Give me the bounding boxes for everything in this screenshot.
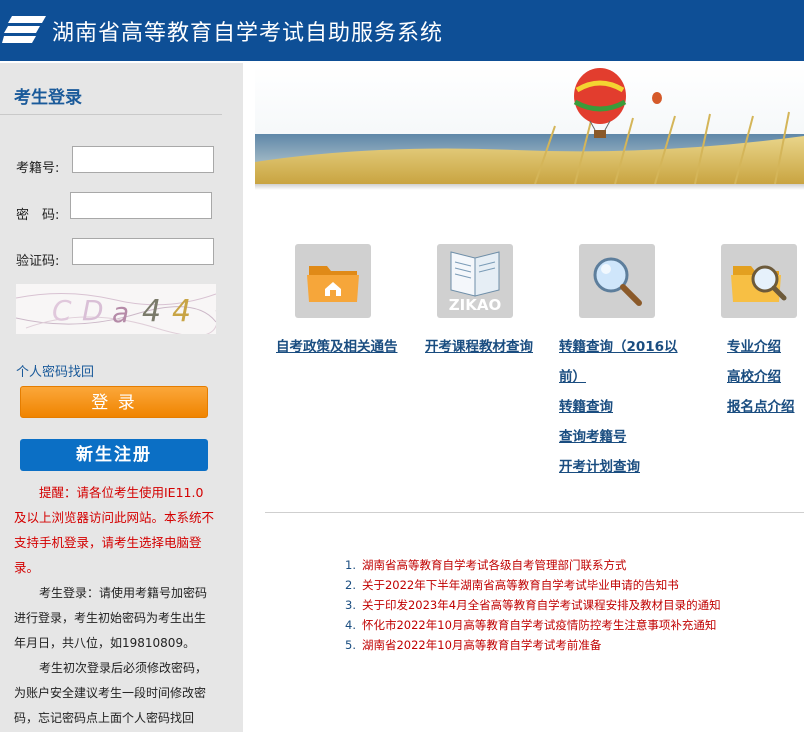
folder-search-icon [731,265,787,302]
transfer-tile[interactable] [579,244,655,318]
login-divider [0,114,222,115]
policy-tile[interactable] [295,244,371,318]
news-item[interactable]: 2. 关于2022年下半年湖南省高等教育自学考试毕业申请的告知书 [345,575,721,595]
captcha-label: 验证码: [16,254,60,269]
news-item[interactable]: 1. 湖南省高等教育自学考试各级自考管理部门联系方式 [345,555,721,575]
zikao-logo-text: ZIKAO [449,296,501,314]
news-num: 2. [345,578,356,592]
exam-no-label: 考籍号: [16,161,60,176]
captcha-char: D [82,294,104,327]
news-item[interactable]: 3. 关于印发2023年4月全省高等教育自学考试课程安排及教材目录的通知 [345,595,721,615]
captcha-input[interactable] [72,238,214,265]
exam-plan-link[interactable]: 开考计划查询 [559,455,640,475]
header-bar: 湖南省高等教育自学考试自助服务系统 [0,0,804,61]
captcha-char: 4 [172,294,192,329]
news-title[interactable]: 湖南省2022年10月高等教育自学考试考前准备 [362,638,601,652]
login-button[interactable]: 登 录 [20,386,208,418]
news-num: 1. [345,558,356,572]
folder-home-icon [307,266,359,302]
password-label: 密 码: [16,208,60,223]
magnifier-icon [593,257,642,306]
news-title[interactable]: 湖南省高等教育自学考试各级自考管理部门联系方式 [362,558,627,572]
captcha-image[interactable]: C D a 4 4 [16,284,216,334]
course-tile[interactable]: ZIKAO [437,244,513,318]
site-title: 湖南省高等教育自学考试自助服务系统 [52,21,444,46]
book-icon: ZIKAO [449,251,501,314]
browser-notice: 提醒：请各位考生使用IE11.0及以上浏览器访问此网站。本系统不支持手机登录，请… [14,485,215,575]
password-input[interactable] [70,192,212,219]
college-link[interactable]: 高校介绍 [727,365,781,385]
login-sidebar: 考生登录 考籍号: 密 码: 验证码: C D a 4 4 个人密码找回 登 录… [0,63,243,732]
major-tile[interactable] [721,244,797,318]
news-item[interactable]: 5. 湖南省2022年10月高等教育自学考试考前准备 [345,635,721,655]
news-num: 3. [345,598,356,612]
exam-no-input[interactable] [72,146,214,173]
news-title[interactable]: 关于印发2023年4月全省高等教育自学考试课程安排及教材目录的通知 [362,598,721,612]
news-list: 1. 湖南省高等教育自学考试各级自考管理部门联系方式 2. 关于2022年下半年湖南… [345,555,721,655]
news-num: 5. [345,638,356,652]
forgot-password-link[interactable]: 个人密码找回 [16,361,94,380]
login-title: 考生登录 [14,88,82,108]
banner-image [255,66,804,184]
course-link[interactable]: 开考课程教材查询 [425,335,533,355]
exam-no-query-link[interactable]: 查询考籍号 [559,425,627,445]
captcha-char: 4 [142,294,162,329]
captcha-char: C [52,294,72,327]
news-num: 4. [345,618,356,632]
banner-scene [255,66,804,184]
transfer-2016-link-cont[interactable]: 前） [559,365,586,385]
enroll-point-link[interactable]: 报名点介绍 [727,395,795,415]
register-button[interactable]: 新生注册 [20,439,208,471]
small-balloon-icon [652,92,662,104]
news-title[interactable]: 关于2022年下半年湖南省高等教育自学考试毕业申请的告知书 [362,578,679,592]
transfer-link[interactable]: 转籍查询 [559,395,613,415]
banner-shadow [255,184,804,190]
transfer-2016-link[interactable]: 转籍查询（2016以 [559,335,678,355]
news-item[interactable]: 4. 怀化市2022年10月高等教育自学考试疫情防控考生注意事项补充通知 [345,615,721,635]
major-link[interactable]: 专业介绍 [727,335,781,355]
logo-icon [2,16,46,43]
captcha-char: a [112,296,130,329]
news-title[interactable]: 怀化市2022年10月高等教育自学考试疫情防控考生注意事项补充通知 [362,618,716,632]
password-info: 考生初次登录后必须修改密码，为账户安全建议考生一段时间修改密码，忘记密码点上面个… [14,661,208,725]
content-divider [265,512,804,513]
login-info: 考生登录：请使用考籍号加密码进行登录，考生初始密码为考生出生年月日，共八位，如1… [14,586,208,650]
policy-link[interactable]: 自考政策及相关通告 [276,335,398,355]
